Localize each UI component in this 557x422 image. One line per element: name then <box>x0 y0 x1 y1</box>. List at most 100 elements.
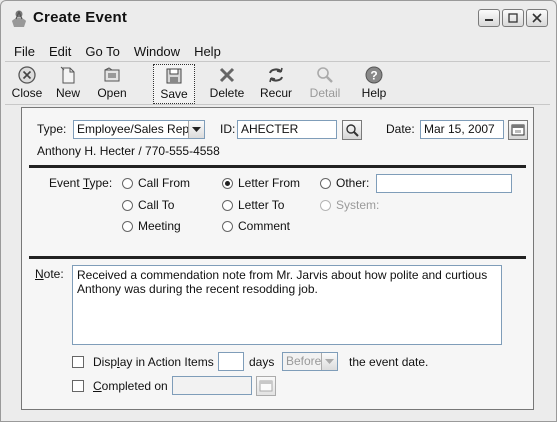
delete-button[interactable]: Delete <box>205 64 249 104</box>
close-window-button[interactable] <box>526 9 548 27</box>
before-select[interactable]: Before <box>282 352 338 371</box>
radio-letter-from-label: Letter From <box>238 176 301 190</box>
close-circle-icon <box>16 64 38 86</box>
minimize-icon <box>485 19 493 21</box>
new-button-label: New <box>55 86 80 100</box>
radio-call-from-label: Call From <box>138 176 191 190</box>
radio-call-to-dot <box>122 199 133 211</box>
create-event-window: Create Event File Edit Go To Window Help… <box>0 0 557 422</box>
radio-letter-from[interactable]: Letter From <box>222 176 300 190</box>
open-folder-icon <box>101 64 123 86</box>
before-select-value: Before <box>286 354 322 368</box>
radio-call-to-label: Call To <box>138 198 175 212</box>
window-title: Create Event <box>33 9 128 26</box>
radio-system-dot <box>320 199 331 211</box>
radio-letter-to-dot <box>222 199 233 211</box>
save-disk-icon <box>163 65 185 87</box>
radio-letter-to[interactable]: Letter To <box>222 198 284 212</box>
type-label: Type: <box>37 122 67 136</box>
app-icon <box>12 10 26 27</box>
days-label: days <box>249 355 275 369</box>
completed-date-picker-button[interactable] <box>256 376 276 396</box>
before-dropdown-button[interactable] <box>321 353 337 370</box>
maximize-button[interactable] <box>502 9 524 27</box>
close-button[interactable]: Close <box>7 64 47 104</box>
new-button[interactable]: New <box>49 64 87 104</box>
chevron-down-icon <box>325 358 334 364</box>
help-button[interactable]: ? Help <box>357 64 391 104</box>
radio-call-from-dot <box>122 177 133 189</box>
menu-goto[interactable]: Go To <box>78 44 126 59</box>
completed-on-label: Completed on <box>93 379 168 393</box>
days-field[interactable] <box>218 352 244 371</box>
event-date-label: the event date. <box>349 355 429 369</box>
radio-system-label: System: <box>336 198 380 212</box>
separator-middle <box>29 256 526 259</box>
calendar-icon <box>259 380 273 392</box>
svg-text:?: ? <box>370 69 377 83</box>
menu-bar: File Edit Go To Window Help <box>1 41 228 61</box>
close-icon <box>532 13 542 23</box>
other-field[interactable] <box>376 174 512 193</box>
title-bar[interactable]: Create Event <box>1 1 556 41</box>
display-action-items-label: Display in Action Items <box>93 355 214 369</box>
menu-file[interactable]: File <box>7 44 42 59</box>
completed-on-checkbox[interactable] <box>72 380 84 392</box>
toolbar: Close New Open Save Delete Recur Detail … <box>5 61 550 105</box>
open-button-label: Open <box>97 86 127 100</box>
id-field[interactable]: AHECTER <box>237 120 337 139</box>
radio-call-from[interactable]: Call From <box>122 176 190 190</box>
save-button[interactable]: Save <box>153 64 195 104</box>
detail-button[interactable]: Detail <box>305 64 345 104</box>
note-label: Note: <box>35 267 64 281</box>
date-field[interactable]: Mar 15, 2007 <box>420 120 504 139</box>
type-select[interactable]: Employee/Sales Rep <box>73 120 205 139</box>
id-label: ID: <box>220 122 236 136</box>
save-button-label: Save <box>160 87 188 101</box>
radio-letter-from-dot <box>222 177 233 189</box>
menu-edit[interactable]: Edit <box>42 44 78 59</box>
open-button[interactable]: Open <box>91 64 133 104</box>
help-question-icon: ? <box>363 64 385 86</box>
radio-comment-dot <box>222 220 233 232</box>
magnifier-icon <box>314 64 336 86</box>
radio-meeting-dot <box>122 220 133 232</box>
radio-letter-to-label: Letter To <box>238 198 285 212</box>
event-type-label: Event Type: <box>49 176 113 190</box>
calendar-icon <box>511 124 525 136</box>
separator-top <box>29 165 526 168</box>
recur-button-label: Recur <box>259 86 292 100</box>
search-icon <box>346 124 359 137</box>
note-textarea[interactable]: Received a commendation note from Mr. Ja… <box>72 265 502 345</box>
radio-other-dot <box>320 177 331 189</box>
radio-comment[interactable]: Comment <box>222 219 290 233</box>
id-lookup-button[interactable] <box>342 120 362 140</box>
event-form-panel: Type: Employee/Sales Rep ID: AHECTER Dat… <box>21 107 534 410</box>
date-picker-button[interactable] <box>508 120 528 140</box>
menu-window[interactable]: Window <box>127 44 187 59</box>
delete-button-label: Delete <box>209 86 245 100</box>
radio-other[interactable]: Other: <box>320 176 369 190</box>
display-action-items-checkbox[interactable] <box>72 356 84 368</box>
maximize-icon <box>508 13 518 23</box>
recur-arrows-icon <box>265 64 287 86</box>
contact-line: Anthony H. Hecter / 770-555-4558 <box>37 144 220 158</box>
radio-other-label: Other: <box>336 176 370 190</box>
type-select-value: Employee/Sales Rep <box>77 122 190 136</box>
minimize-button[interactable] <box>478 9 500 27</box>
new-document-icon <box>57 64 79 86</box>
chevron-down-icon <box>192 126 201 132</box>
radio-meeting-label: Meeting <box>138 219 181 233</box>
completed-date-field[interactable] <box>172 376 252 395</box>
date-label: Date: <box>386 122 415 136</box>
menu-help[interactable]: Help <box>187 44 228 59</box>
detail-button-label: Detail <box>309 86 341 100</box>
radio-call-to[interactable]: Call To <box>122 198 174 212</box>
recur-button[interactable]: Recur <box>255 64 297 104</box>
type-dropdown-button[interactable] <box>188 121 204 138</box>
radio-comment-label: Comment <box>238 219 291 233</box>
delete-x-icon <box>216 64 238 86</box>
close-button-label: Close <box>11 86 43 100</box>
radio-meeting[interactable]: Meeting <box>122 219 181 233</box>
radio-system[interactable]: System: <box>320 198 379 212</box>
